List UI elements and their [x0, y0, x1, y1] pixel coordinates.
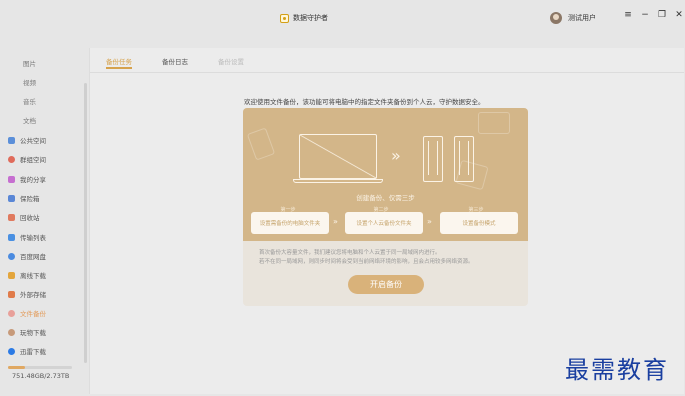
sidebar-item-label: 文档 [23, 117, 36, 125]
sidebar-item-documents[interactable]: 文档 [23, 113, 36, 127]
avatar[interactable] [550, 12, 562, 24]
close-icon[interactable]: ✕ [674, 10, 684, 20]
sidebar-item-label: 百度网盘 [20, 253, 46, 261]
sidebar-item-label: 迅雷下载 [20, 348, 46, 356]
card-description: 首次备份大容量文件，我们建议您将电脑和个人云置于同一局域网内进行。 若不在同一局… [259, 249, 519, 267]
double-chevron-right-icon: » [391, 146, 401, 165]
card-illustration: » 创建备份、仅需三步 第一步 第二步 第三步 设置需备份的电脑文件夹 » 设置… [243, 108, 528, 241]
card-tagline: 创建备份、仅需三步 [356, 194, 415, 202]
watermark-text: 最需教育 [565, 356, 669, 384]
sidebar-item-my-share[interactable]: 我的分享 [8, 172, 46, 186]
minimize-icon[interactable]: − [640, 10, 650, 20]
storage-usage-text: 751.48GB/2.73TB [12, 372, 70, 380]
start-backup-button[interactable]: 开启备份 [348, 275, 424, 294]
tab-backup-log[interactable]: 备份日志 [162, 56, 188, 66]
sidebar-item-images[interactable]: 图片 [23, 56, 36, 70]
sidebar-item-transfer-list[interactable]: 传输列表 [8, 230, 46, 244]
transfer-icon [8, 233, 15, 241]
sidebar-item-label: 音乐 [23, 98, 36, 106]
usb-icon [8, 290, 15, 298]
sidebar-item-label: 公共空间 [20, 137, 46, 145]
laptop-base-icon [293, 179, 383, 183]
sidebar-item-label: 视频 [23, 79, 36, 87]
sidebar-item-label: 玩物下载 [20, 329, 46, 337]
sidebar-item-label: 离线下载 [20, 272, 46, 280]
decor-phone-icon [246, 127, 276, 161]
cloud-icon [8, 252, 15, 260]
sidebar-item-label: 群组空间 [20, 156, 46, 164]
card-description-line: 首次备份大容量文件，我们建议您将电脑和个人云置于同一局域网内进行。 [259, 250, 441, 256]
app-logo-icon [280, 13, 289, 23]
laptop-icon [299, 134, 377, 179]
sidebar-item-label: 外部存储 [20, 291, 46, 299]
app-window: 数据守护者 测试用户 ≡ − ❐ ✕ 图片 视频 音乐 文档 公共空间 群组空间… [0, 0, 685, 396]
sidebar-item-trash[interactable]: 回收站 [8, 210, 40, 224]
restore-icon[interactable]: ❐ [657, 10, 667, 20]
share-icon [8, 175, 15, 183]
sidebar-item-public-space[interactable]: 公共空间 [8, 133, 46, 147]
sidebar-item-offline-download[interactable]: 离线下载 [8, 268, 46, 282]
megaphone-icon [8, 136, 15, 144]
sidebar-item-baidu-netdisk[interactable]: 百度网盘 [8, 249, 46, 263]
nas-drive-icon [423, 136, 443, 182]
step-3-box: 设置备份模式 [440, 212, 518, 234]
sidebar-item-label: 文件备份 [20, 310, 46, 318]
sidebar: 图片 视频 音乐 文档 公共空间 群组空间 我的分享 保险箱 回收站 传输列表 … [0, 48, 87, 396]
decor-monitor-icon [478, 112, 510, 134]
backup-guide-card: » 创建备份、仅需三步 第一步 第二步 第三步 设置需备份的电脑文件夹 » 设置… [243, 108, 528, 306]
sidebar-item-label: 我的分享 [20, 176, 46, 184]
chevron-right-icon: » [427, 217, 432, 226]
card-description-line: 若不在同一局域网，则同步时间将会受到当前网络环境的影响，且会占用较多网络资源。 [259, 259, 474, 265]
safe-icon [8, 194, 15, 202]
backup-icon [8, 309, 15, 317]
sidebar-scrollbar[interactable] [84, 83, 87, 363]
nas-drive-icon [454, 136, 474, 182]
main-content: 备份任务 备份日志 备份设置 欢迎使用文件备份，该功能可将电脑中的指定文件夹备份… [89, 48, 684, 394]
sidebar-item-music[interactable]: 音乐 [23, 94, 36, 108]
sidebar-item-label: 保险箱 [20, 195, 40, 203]
tab-bar: 备份任务 备份日志 备份设置 [90, 48, 684, 73]
step-2-box: 设置个人云备份文件夹 [345, 212, 423, 234]
sidebar-item-label: 传输列表 [20, 234, 46, 242]
storage-progress-bar [8, 366, 72, 369]
thunder-icon [8, 347, 15, 355]
menu-icon[interactable]: ≡ [623, 10, 633, 20]
user-menu[interactable]: 测试用户 [550, 12, 596, 24]
user-name[interactable]: 测试用户 [568, 13, 596, 23]
app-title: 数据守护者 [280, 13, 328, 23]
sidebar-item-label: 回收站 [20, 214, 40, 222]
tab-backup-tasks[interactable]: 备份任务 [106, 56, 132, 69]
group-icon [8, 155, 15, 163]
trash-icon [8, 213, 15, 221]
window-controls: ≡ − ❐ ✕ [623, 10, 684, 20]
chevron-right-icon: » [333, 217, 338, 226]
sidebar-item-group-space[interactable]: 群组空间 [8, 152, 46, 166]
sidebar-item-videos[interactable]: 视频 [23, 75, 36, 89]
intro-text: 欢迎使用文件备份，该功能可将电脑中的指定文件夹备份到个人云，守护数据安全。 [244, 98, 485, 106]
tab-backup-settings[interactable]: 备份设置 [218, 56, 244, 66]
sidebar-item-external-storage[interactable]: 外部存储 [8, 287, 46, 301]
title-bar: 数据守护者 测试用户 ≡ − ❐ ✕ [0, 0, 685, 48]
step-1-box: 设置需备份的电脑文件夹 [251, 212, 329, 234]
app-title-text: 数据守护者 [293, 14, 328, 22]
sidebar-item-thunder-download[interactable]: 迅雷下载 [8, 344, 46, 358]
toy-download-icon [8, 328, 15, 336]
storage-progress-fill [8, 366, 26, 369]
sidebar-item-file-backup[interactable]: 文件备份 [8, 306, 46, 320]
sidebar-item-safe[interactable]: 保险箱 [8, 191, 40, 205]
sidebar-item-label: 图片 [23, 60, 36, 68]
download-icon [8, 271, 15, 279]
sidebar-item-toy-download[interactable]: 玩物下载 [8, 325, 46, 339]
